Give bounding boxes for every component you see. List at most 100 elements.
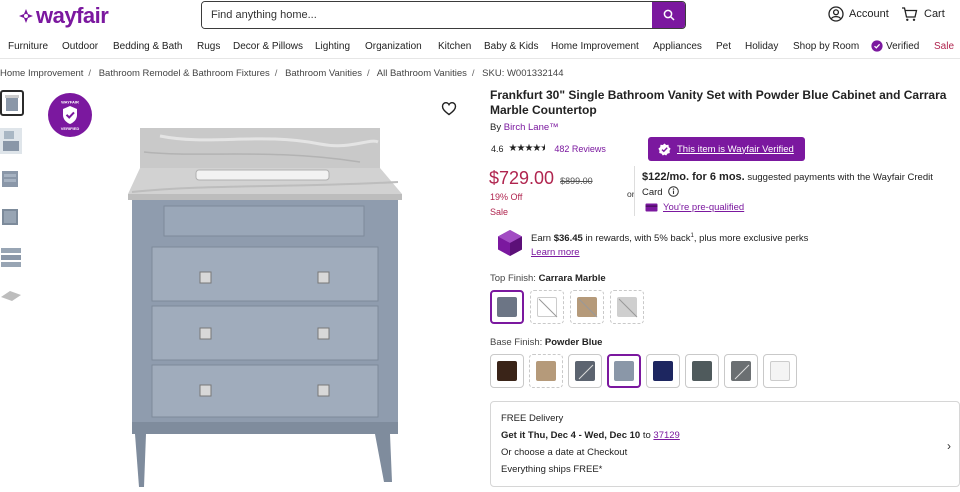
vanity-product-image bbox=[128, 128, 402, 487]
financing-offer: $122/mo. for 6 mos. suggested payments w… bbox=[642, 170, 952, 200]
wayfair-verified-button[interactable]: This item is Wayfair Verified bbox=[648, 137, 805, 161]
reviews-link[interactable]: 482 Reviews bbox=[554, 144, 606, 154]
rewards-cube-icon bbox=[498, 230, 522, 256]
breadcrumb-bathroom-remodel[interactable]: Bathroom Remodel & Bathroom Fixtures bbox=[99, 68, 270, 79]
nav-item-pet[interactable]: Pet bbox=[716, 41, 731, 52]
base-finish-title: Base Finish: bbox=[490, 337, 543, 348]
prequalified-link[interactable]: You're pre-qualified bbox=[645, 202, 744, 213]
search-input[interactable] bbox=[202, 2, 652, 28]
badge-text-top: WAYFAIR bbox=[61, 100, 79, 105]
base-finish-option-6[interactable] bbox=[685, 354, 719, 388]
rewards-earn: Earn bbox=[531, 233, 552, 245]
cart-label: Cart bbox=[924, 8, 945, 20]
swatch-image bbox=[770, 361, 790, 381]
breadcrumb: Home Improvement / Bathroom Remodel & Bat… bbox=[0, 68, 564, 79]
vanity-thumbnail-image bbox=[5, 95, 19, 111]
base-finish-option-7[interactable] bbox=[724, 354, 758, 388]
price-block: $729.00 $899.00 bbox=[489, 168, 593, 189]
favorite-button[interactable] bbox=[441, 101, 457, 121]
top-finish-label: Top Finish: Carrara Marble bbox=[490, 273, 606, 284]
rewards-desc-b: , plus more exclusive perks bbox=[693, 233, 809, 245]
base-finish-option-8[interactable] bbox=[763, 354, 797, 388]
prequalified-text: You're pre-qualified bbox=[663, 202, 745, 213]
unavailable-slash-icon bbox=[578, 298, 598, 318]
thumbnail-5[interactable] bbox=[0, 244, 24, 270]
account-icon bbox=[828, 6, 844, 22]
wayfair-logo[interactable]: wayfair bbox=[18, 3, 109, 29]
breadcrumb-home-improvement[interactable]: Home Improvement bbox=[0, 68, 83, 79]
nav-item-kitchen[interactable]: Kitchen bbox=[438, 41, 471, 52]
rewards-banner: Earn $36.45 in rewards, with 5% back1, p… bbox=[497, 229, 808, 260]
rating-summary: 4.6 ★★★★★ 482 Reviews bbox=[491, 143, 606, 154]
account-button[interactable]: Account bbox=[828, 6, 889, 22]
nav-item-organization[interactable]: Organization bbox=[365, 41, 422, 52]
verified-shield-icon: WAYFAIR VERIFIED bbox=[61, 100, 80, 132]
base-finish-option-1[interactable] bbox=[490, 354, 524, 388]
top-finish-option-3[interactable] bbox=[570, 290, 604, 324]
top-finish-option-2[interactable] bbox=[530, 290, 564, 324]
swatch-image bbox=[653, 361, 673, 381]
search-icon bbox=[663, 9, 675, 21]
nav-item-verified[interactable]: Verified bbox=[871, 40, 919, 52]
search-button[interactable] bbox=[652, 2, 685, 28]
nav-item-baby-kids[interactable]: Baby & Kids bbox=[484, 41, 538, 52]
sale-price: $729.00 bbox=[489, 168, 555, 188]
brand-link[interactable]: Birch Lane™ bbox=[504, 122, 559, 133]
base-finish-option-2[interactable] bbox=[529, 354, 563, 388]
unavailable-slash-icon bbox=[618, 298, 638, 318]
swatch-image bbox=[614, 361, 634, 381]
rewards-amount: $36.45 bbox=[553, 233, 583, 245]
nav-item-home-improvement[interactable]: Home Improvement bbox=[551, 41, 639, 52]
verified-label: This item is Wayfair Verified bbox=[677, 143, 794, 155]
vanity-cabinet-thumbnail-image bbox=[2, 209, 18, 225]
nav-item-lighting[interactable]: Lighting bbox=[315, 41, 350, 52]
rating-value: 4.6 bbox=[491, 143, 504, 154]
rewards-text: Earn $36.45 in rewards, with 5% back1, p… bbox=[531, 229, 808, 260]
base-finish-label: Base Finish: Powder Blue bbox=[490, 337, 602, 348]
thumbnail-4[interactable] bbox=[0, 205, 24, 231]
nav-item-decor-pillows[interactable]: Decor & Pillows bbox=[233, 41, 303, 52]
base-finish-option-5[interactable] bbox=[646, 354, 680, 388]
thumbnail-3[interactable] bbox=[0, 167, 24, 193]
breadcrumb-separator: / bbox=[471, 68, 475, 79]
nav-item-sale[interactable]: Sale bbox=[934, 41, 954, 52]
nav-item-appliances[interactable]: Appliances bbox=[653, 41, 702, 52]
main-product-image[interactable] bbox=[120, 122, 410, 492]
base-finish-option-4[interactable] bbox=[607, 354, 641, 388]
base-finish-options bbox=[490, 354, 797, 388]
cart-button[interactable]: Cart bbox=[901, 6, 945, 22]
delivery-to: to bbox=[642, 430, 651, 441]
thumbnail-6[interactable] bbox=[0, 283, 24, 309]
nav-item-furniture[interactable]: Furniture bbox=[8, 41, 48, 52]
nav-item-outdoor[interactable]: Outdoor bbox=[62, 41, 98, 52]
sale-label: Sale bbox=[490, 207, 509, 217]
logo-text: wayfair bbox=[36, 3, 109, 28]
nav-item-bedding-bath[interactable]: Bedding & Bath bbox=[113, 41, 183, 52]
breadcrumb-bathroom-vanities[interactable]: Bathroom Vanities bbox=[285, 68, 362, 79]
breadcrumb-all-bathroom-vanities[interactable]: All Bathroom Vanities bbox=[377, 68, 467, 79]
breadcrumb-separator: / bbox=[274, 68, 278, 79]
divider bbox=[634, 166, 635, 216]
thumbnail-2[interactable] bbox=[0, 128, 24, 154]
cart-icon bbox=[902, 7, 918, 21]
rewards-learn-more[interactable]: Learn more bbox=[531, 247, 580, 258]
category-nav: Furniture Outdoor Bedding & Bath Rugs De… bbox=[0, 37, 960, 59]
delivery-zip-link[interactable]: 37129 bbox=[653, 430, 679, 441]
nav-item-holiday[interactable]: Holiday bbox=[745, 41, 778, 52]
thumbnail-1[interactable] bbox=[0, 90, 24, 116]
free-delivery-label: FREE Delivery bbox=[501, 413, 564, 424]
original-price: $899.00 bbox=[560, 176, 593, 186]
base-finish-option-3[interactable] bbox=[568, 354, 602, 388]
top-finish-option-4[interactable] bbox=[610, 290, 644, 324]
nav-item-shop-by-room[interactable]: Shop by Room bbox=[793, 41, 859, 52]
top-finish-option-1[interactable] bbox=[490, 290, 524, 324]
info-icon[interactable] bbox=[668, 186, 680, 197]
nav-item-rugs[interactable]: Rugs bbox=[197, 41, 220, 52]
swatch-image bbox=[497, 297, 517, 317]
swatch-image bbox=[497, 361, 517, 381]
delivery-box[interactable]: FREE Delivery Get it Thu, Dec 4 - Wed, D… bbox=[490, 401, 960, 487]
chevron-right-icon[interactable]: › bbox=[947, 438, 951, 455]
delivery-window: Get it Thu, Dec 4 - Wed, Dec 10 to 37129 bbox=[501, 427, 959, 444]
account-label: Account bbox=[849, 8, 889, 20]
monthly-payment: $122/mo. for 6 mos. bbox=[642, 171, 745, 183]
